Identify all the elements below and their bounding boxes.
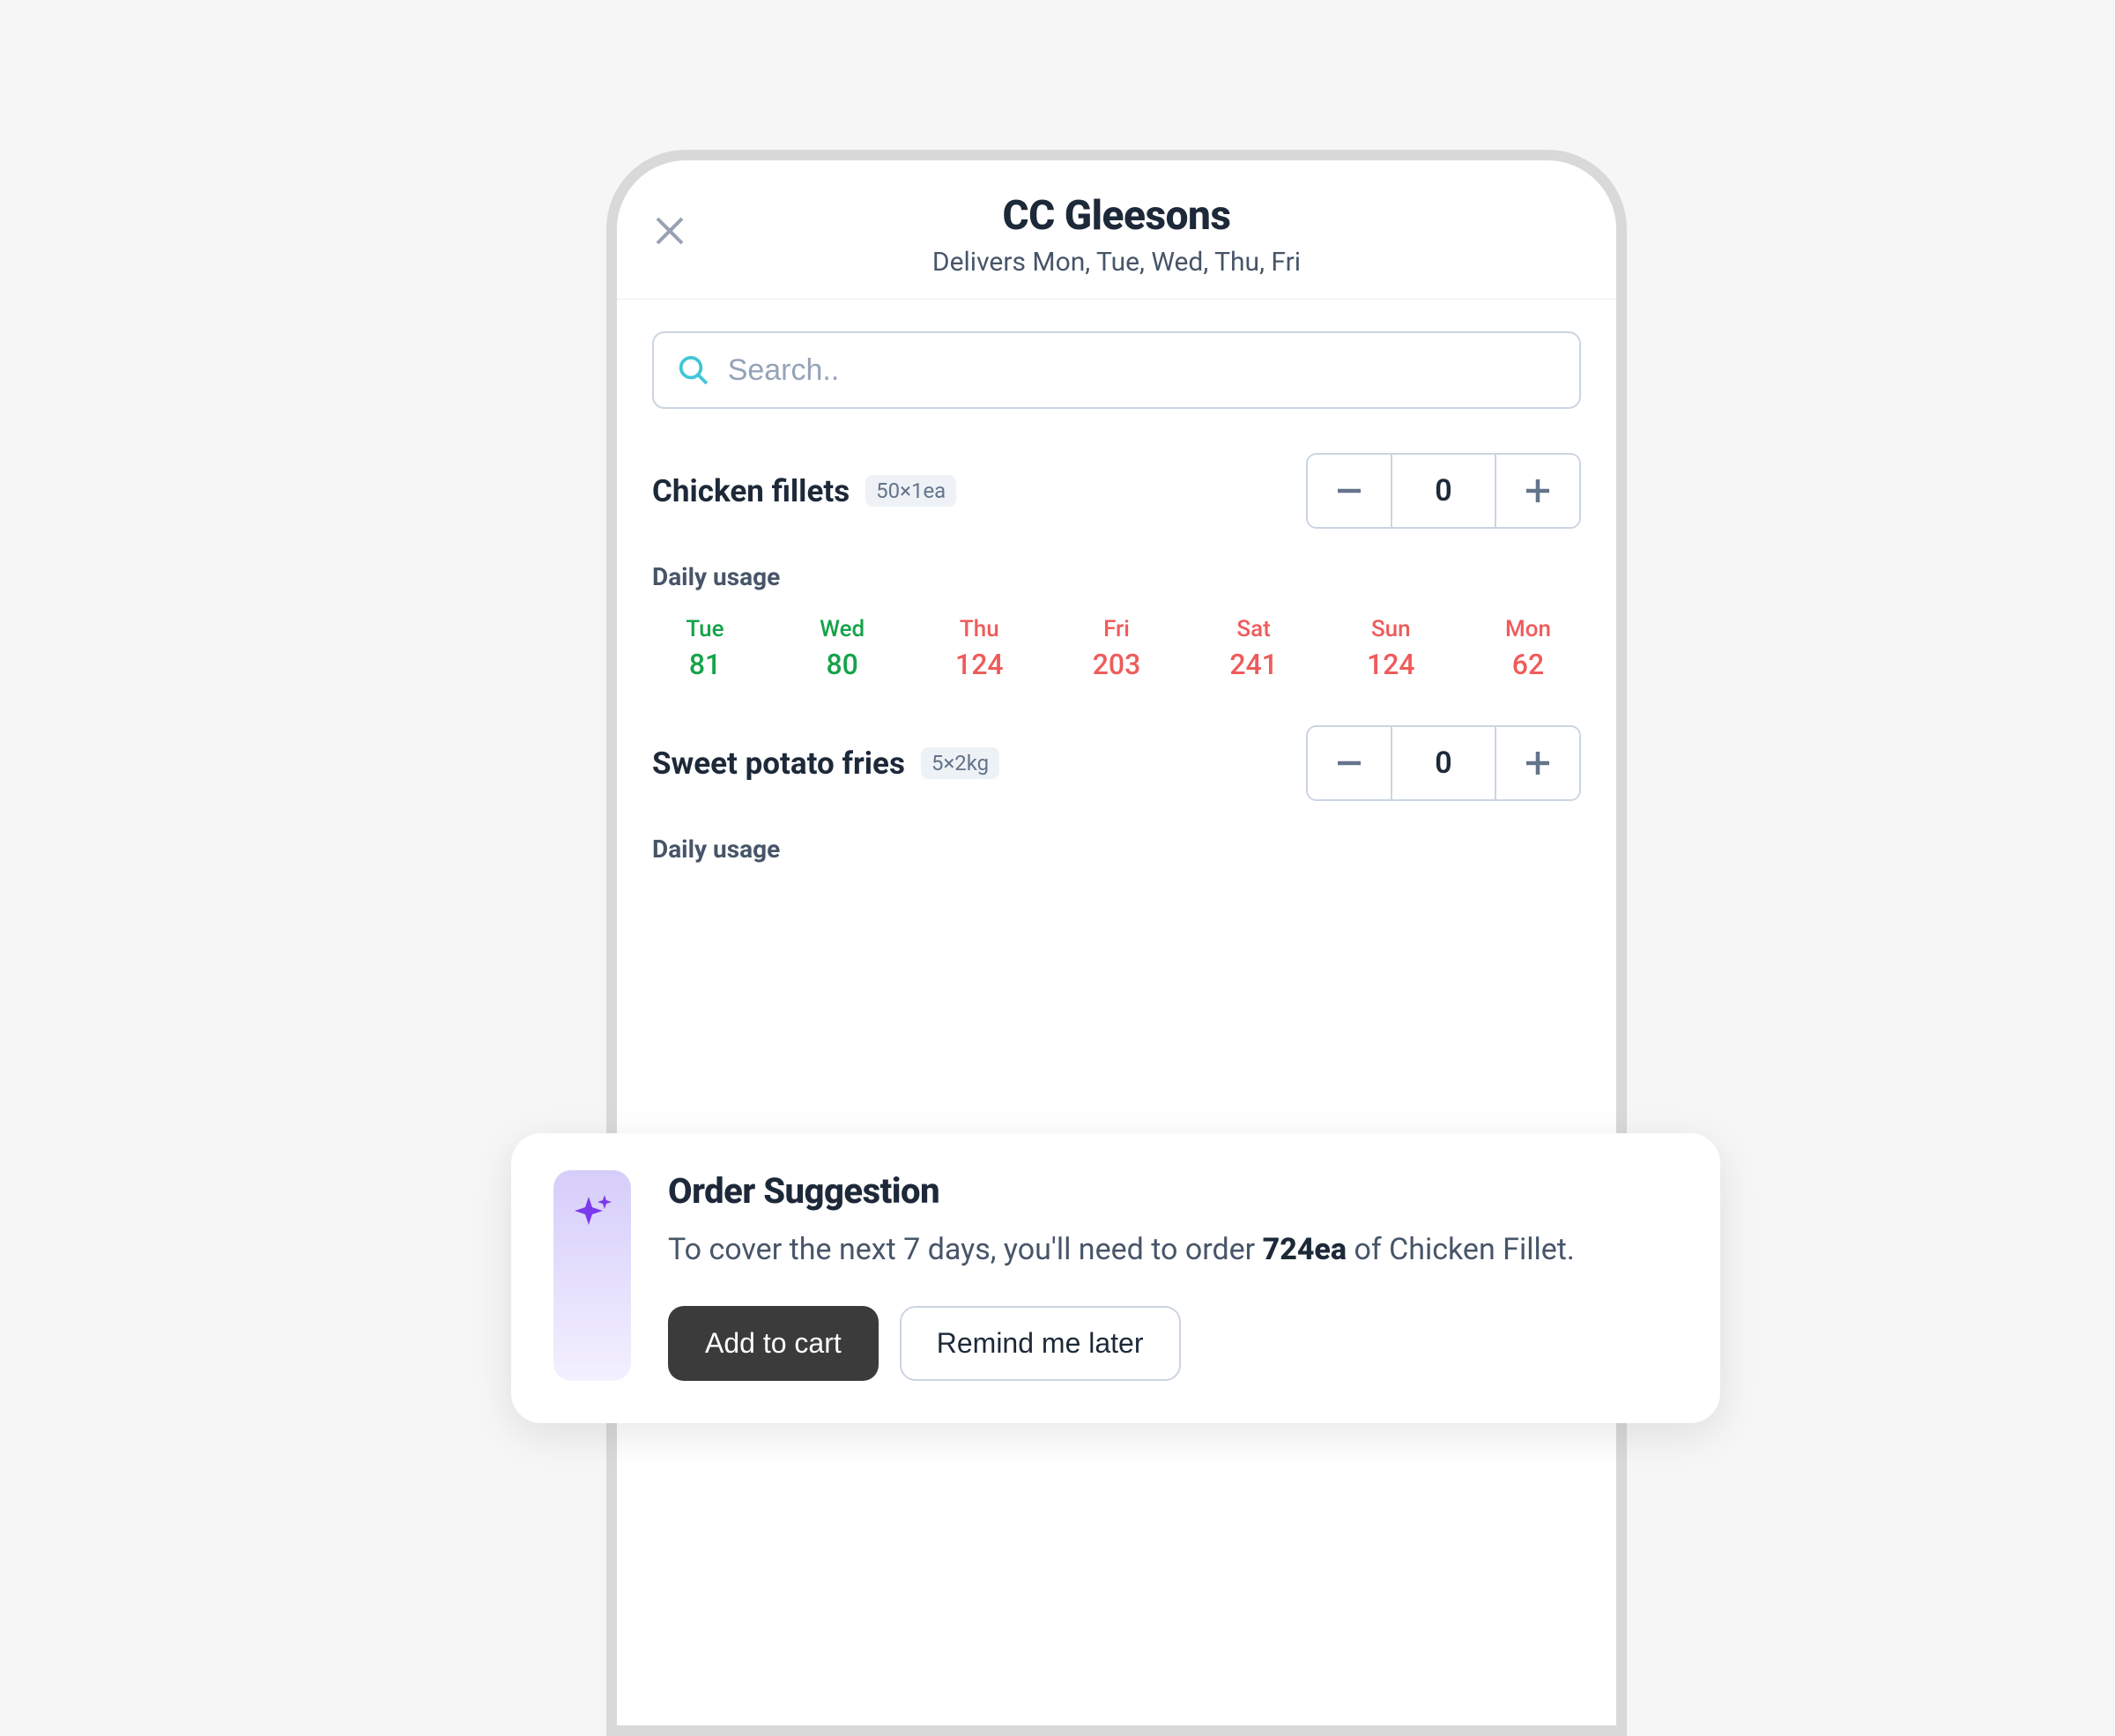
usage-day: Wed	[820, 616, 865, 642]
close-icon	[652, 213, 687, 249]
remind-later-button[interactable]: Remind me later	[900, 1306, 1181, 1381]
search-input[interactable]	[728, 353, 1556, 388]
product-header-row: Sweet potato fries 5×2kg 0	[652, 725, 1581, 801]
increment-button[interactable]	[1496, 455, 1579, 527]
usage-col: Sat 241	[1210, 616, 1298, 681]
product-unit-badge: 5×2kg	[921, 747, 999, 779]
suggestion-text-suffix: of Chicken Fillet.	[1347, 1232, 1575, 1267]
increment-button[interactable]	[1496, 727, 1579, 799]
decrement-button[interactable]	[1308, 727, 1391, 799]
usage-value: 203	[1093, 648, 1141, 681]
product-unit-badge: 50×1ea	[865, 475, 956, 507]
delivery-days: Delivers Mon, Tue, Wed, Thu, Fri	[652, 247, 1581, 278]
usage-col: Thu 124	[935, 616, 1023, 681]
daily-usage-label: Daily usage	[652, 835, 1581, 864]
product-item: Sweet potato fries 5×2kg 0 Daily usage	[617, 681, 1616, 864]
usage-value: 62	[1512, 648, 1544, 681]
usage-value: 80	[826, 648, 857, 681]
daily-usage-label: Daily usage	[652, 562, 1581, 591]
suggestion-icon-badge	[553, 1170, 631, 1381]
quantity-value: 0	[1391, 727, 1496, 799]
quantity-stepper: 0	[1306, 725, 1581, 801]
usage-day: Tue	[686, 616, 724, 642]
product-name: Chicken fillets	[652, 473, 850, 509]
usage-col: Fri 203	[1072, 616, 1161, 681]
usage-day: Sun	[1371, 616, 1411, 642]
product-item: Chicken fillets 50×1ea 0 Daily usage Tue…	[617, 409, 1616, 681]
plus-icon	[1523, 748, 1553, 778]
close-button[interactable]	[649, 210, 691, 252]
suggestion-text-prefix: To cover the next 7 days, you'll need to…	[668, 1232, 1263, 1267]
search-container	[617, 300, 1616, 409]
suggestion-text: To cover the next 7 days, you'll need to…	[668, 1228, 1678, 1272]
plus-icon	[1523, 476, 1553, 506]
usage-value: 124	[955, 648, 1004, 681]
sparkle-icon	[569, 1191, 615, 1237]
header: CC Gleesons Delivers Mon, Tue, Wed, Thu,…	[617, 160, 1616, 300]
quantity-stepper: 0	[1306, 453, 1581, 529]
product-meta: Sweet potato fries 5×2kg	[652, 746, 999, 782]
usage-day: Mon	[1505, 616, 1551, 642]
page-title: CC Gleesons	[652, 192, 1581, 240]
usage-value: 124	[1367, 648, 1415, 681]
usage-row: Tue 81 Wed 80 Thu 124 Fri 203 Sat 241 Su…	[652, 616, 1581, 681]
minus-icon	[1334, 476, 1364, 506]
product-meta: Chicken fillets 50×1ea	[652, 473, 956, 509]
usage-col: Wed 80	[798, 616, 887, 681]
usage-day: Sat	[1236, 616, 1270, 642]
usage-col: Sun 124	[1347, 616, 1435, 681]
usage-day: Fri	[1103, 616, 1130, 642]
search-icon	[677, 352, 710, 388]
minus-icon	[1334, 748, 1364, 778]
add-to-cart-button[interactable]: Add to cart	[668, 1306, 879, 1381]
usage-value: 241	[1229, 648, 1278, 681]
usage-col: Mon 62	[1484, 616, 1572, 681]
usage-value: 81	[689, 648, 721, 681]
suggestion-amount: 724ea	[1263, 1232, 1347, 1267]
search-field[interactable]	[652, 331, 1581, 409]
suggestion-actions: Add to cart Remind me later	[668, 1306, 1678, 1381]
usage-col: Tue 81	[661, 616, 749, 681]
usage-day: Thu	[960, 616, 999, 642]
quantity-value: 0	[1391, 455, 1496, 527]
decrement-button[interactable]	[1308, 455, 1391, 527]
suggestion-body: Order Suggestion To cover the next 7 day…	[668, 1170, 1678, 1381]
product-name: Sweet potato fries	[652, 746, 905, 782]
order-suggestion-card: Order Suggestion To cover the next 7 day…	[511, 1133, 1720, 1423]
product-header-row: Chicken fillets 50×1ea 0	[652, 453, 1581, 529]
phone-frame: CC Gleesons Delivers Mon, Tue, Wed, Thu,…	[606, 150, 1627, 1736]
suggestion-title: Order Suggestion	[668, 1170, 1678, 1212]
